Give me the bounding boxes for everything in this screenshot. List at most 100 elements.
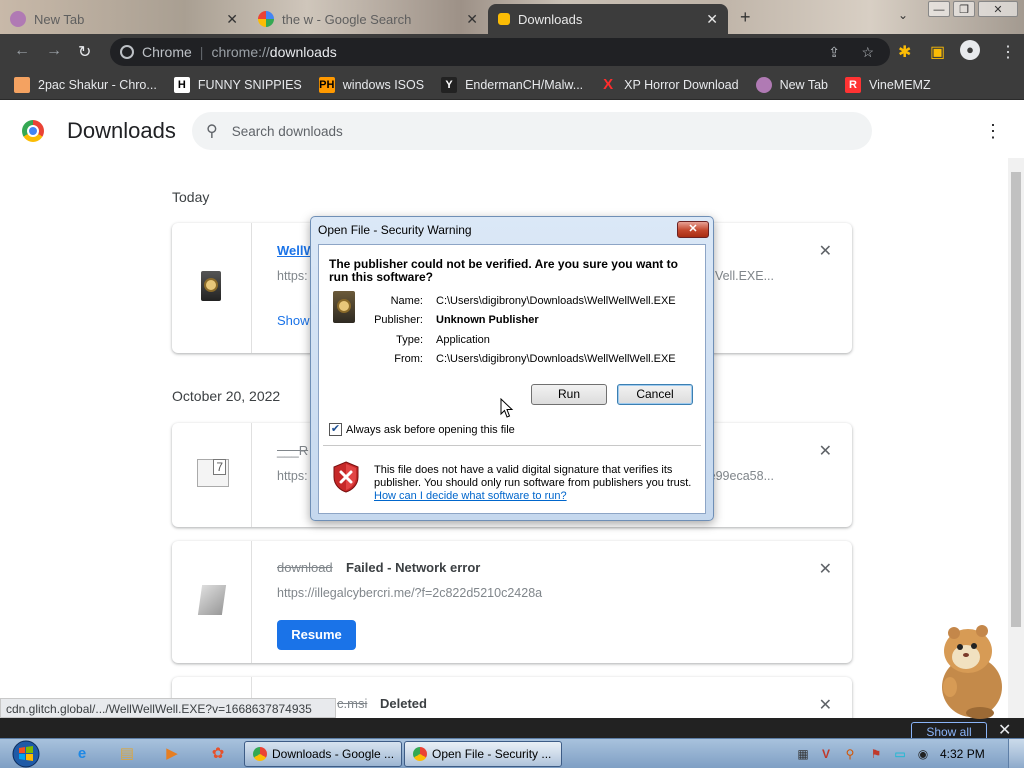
name-value: C:\Users\digibrony\Downloads\WellWellWel…	[436, 295, 676, 307]
cancel-button[interactable]: Cancel	[617, 384, 693, 405]
bookmark-new-tab[interactable]: New Tab	[755, 76, 828, 93]
media-player-icon[interactable]: ▶	[160, 742, 184, 766]
tray-flag-icon[interactable]: ⚑	[868, 746, 884, 762]
new-tab-icon[interactable]: +	[740, 7, 751, 28]
dialog-titlebar[interactable]: Open File - Security Warning ✕	[311, 217, 713, 242]
more-actions-icon[interactable]: ⋮	[984, 121, 1002, 141]
remove-item-icon[interactable]: ✕	[819, 441, 832, 461]
ph-icon: PH	[318, 76, 335, 93]
bookmark-funny-snippies[interactable]: H FUNNY SNIPPIES	[173, 76, 302, 93]
internet-explorer-icon[interactable]: e	[70, 742, 94, 766]
remove-item-icon[interactable]: ✕	[819, 241, 832, 261]
download-icon	[498, 13, 510, 25]
dialog-close-icon[interactable]: ✕	[677, 221, 709, 238]
maximize-icon[interactable]: ❐	[953, 1, 975, 17]
security-warning-dialog: Open File - Security Warning ✕ The publi…	[310, 216, 714, 521]
hamster-mascot-icon	[942, 625, 1002, 719]
profile-avatar-icon[interactable]: ●	[960, 40, 980, 60]
show-in-folder-link[interactable]: Show	[277, 313, 310, 328]
close-icon[interactable]: ✕	[466, 11, 478, 28]
extensions-icon[interactable]: ✱	[898, 42, 911, 62]
share-icon[interactable]: ⇪	[828, 44, 840, 61]
star-icon[interactable]: ☆	[861, 44, 874, 61]
tab-downloads[interactable]: Downloads ✕	[488, 4, 728, 34]
tray-v-icon[interactable]: V	[818, 746, 834, 762]
close-icon[interactable]: ✕	[706, 11, 718, 28]
tab-new-tab[interactable]: New Tab ✕	[0, 4, 248, 34]
scrollbar-thumb[interactable]	[1011, 172, 1021, 627]
bookmark-label: FUNNY SNIPPIES	[197, 77, 302, 92]
google-icon	[258, 11, 274, 27]
resume-button[interactable]: Resume	[277, 620, 356, 650]
taskbar-button-label: Downloads - Google ...	[272, 747, 395, 761]
page-title: Downloads	[67, 118, 176, 143]
tab-search-icon[interactable]: ⌄	[898, 8, 908, 22]
url-path: downloads	[269, 44, 337, 60]
section-today: Today	[172, 189, 210, 205]
r-icon: R	[845, 76, 861, 93]
bookmark-xp-horror[interactable]: X XP Horror Download	[600, 76, 739, 93]
show-desktop-button[interactable]	[1008, 739, 1024, 768]
taskbar: e ▤ ▶ ✿ Downloads - Google ... Open File…	[0, 738, 1024, 768]
bookmark-label: XP Horror Download	[624, 77, 739, 92]
search-bar[interactable]: ⚲	[192, 112, 872, 150]
generic-file-icon: 7	[197, 459, 229, 487]
chrome-icon	[413, 747, 427, 761]
taskbar-button-downloads[interactable]: Downloads - Google ...	[244, 741, 402, 767]
side-panel-icon[interactable]: ▣	[930, 42, 945, 62]
tray-volume-icon[interactable]: ◉	[915, 746, 931, 762]
dialog-divider	[323, 445, 701, 446]
tab-title: the w - Google Search	[282, 11, 412, 27]
forward-icon[interactable]: →	[46, 42, 62, 60]
minimize-icon[interactable]: —	[928, 1, 950, 17]
taskbar-clock[interactable]: 4:32 PM	[940, 747, 985, 761]
search-input[interactable]	[231, 123, 832, 139]
file-url-tail: e99eca58...	[708, 469, 774, 483]
run-button[interactable]: Run	[531, 384, 607, 405]
file-url: https:	[277, 469, 308, 483]
remove-item-icon[interactable]: ✕	[819, 695, 832, 715]
scrollbar[interactable]	[1008, 158, 1024, 718]
close-shelf-icon[interactable]: ✕	[998, 720, 1011, 740]
tray-network-icon[interactable]: ▦	[795, 746, 811, 762]
bookmark-endermanch[interactable]: Y EndermanCH/Malw...	[441, 76, 583, 93]
tab-strip: New Tab ✕ the w - Google Search ✕ Downlo…	[0, 0, 1024, 34]
close-icon[interactable]: ✕	[226, 11, 238, 28]
menu-icon[interactable]: ⋮	[1000, 42, 1016, 62]
close-window-icon[interactable]: ✕	[978, 1, 1018, 17]
taskbar-button-security-dialog[interactable]: Open File - Security ...	[404, 741, 562, 767]
2pac-icon	[14, 76, 30, 93]
warning-text: This file does not have a valid digital …	[374, 464, 692, 489]
tab-title: New Tab	[34, 11, 85, 27]
download-shelf	[0, 718, 1024, 738]
back-icon[interactable]: ←	[14, 42, 30, 60]
site-chip: Chrome	[142, 44, 192, 60]
tab-google-search[interactable]: the w - Google Search ✕	[248, 4, 488, 34]
chrome-icon	[120, 45, 134, 59]
url-prefix: chrome://	[211, 44, 270, 60]
h-icon: H	[173, 76, 190, 93]
bookmark-vinememz[interactable]: R VineMEMZ	[845, 76, 931, 93]
tray-search-icon[interactable]: ⚲	[842, 746, 858, 762]
type-label: Type:	[396, 334, 423, 346]
start-button-icon[interactable]	[8, 740, 44, 768]
exe-file-icon	[201, 271, 221, 301]
downloads-header: Downloads ⚲ ⋮	[0, 101, 1008, 161]
always-ask-checkbox[interactable]: ✔	[329, 423, 342, 436]
bookmark-2pac[interactable]: 2pac Shakur - Chro...	[14, 76, 157, 93]
dialog-title: Open File - Security Warning	[318, 223, 472, 237]
file-explorer-icon[interactable]: ▤	[115, 742, 139, 766]
download-status: Deleted	[380, 696, 427, 711]
help-link[interactable]: How can I decide what software to run?	[374, 490, 567, 502]
dialog-body: The publisher could not be verified. Are…	[318, 244, 706, 514]
tray-display-icon[interactable]: ▭	[892, 746, 908, 762]
failed-file-icon	[197, 585, 227, 615]
taskbar-button-label: Open File - Security ...	[432, 747, 552, 761]
app-shortcut-icon[interactable]: ✿	[206, 742, 230, 766]
address-bar[interactable]: Chrome | chrome://downloads ⇪ ☆	[110, 38, 890, 66]
bookmark-windows-isos[interactable]: PH windows ISOS	[318, 76, 424, 93]
remove-item-icon[interactable]: ✕	[819, 559, 832, 579]
toolbar: ← → ↻ Chrome | chrome://downloads ⇪ ☆ ✱ …	[0, 34, 1024, 70]
reload-icon[interactable]: ↻	[78, 42, 91, 62]
from-value: C:\Users\digibrony\Downloads\WellWellWel…	[436, 353, 676, 365]
